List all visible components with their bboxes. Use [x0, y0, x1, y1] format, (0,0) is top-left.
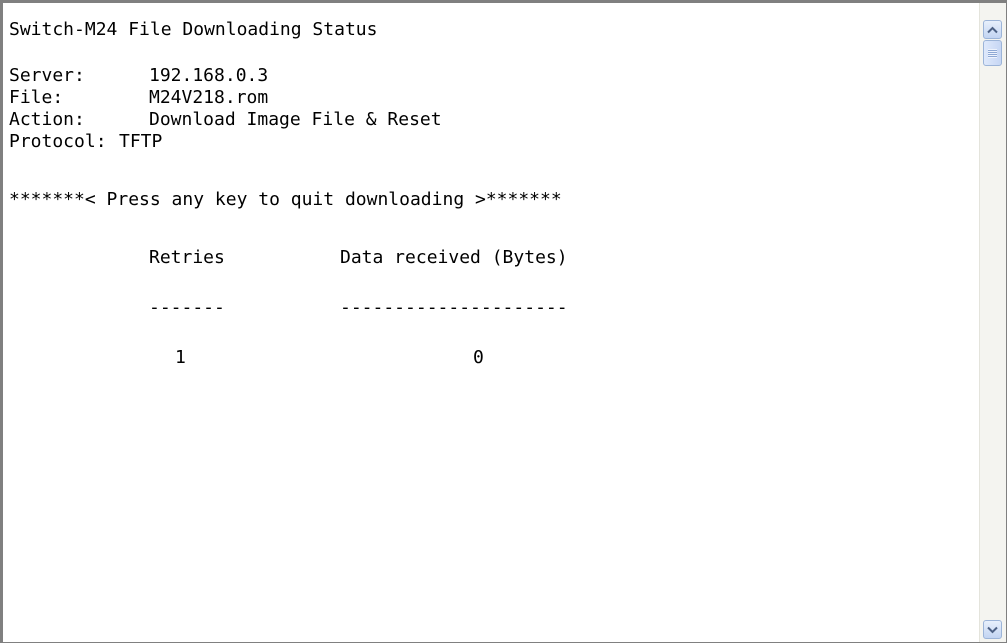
separator-retries: -------: [149, 297, 225, 318]
file-value: M24V218.rom: [149, 87, 269, 108]
scroll-thumb[interactable]: [983, 40, 1002, 66]
terminal-title: Switch-M24 File Downloading Status: [9, 19, 378, 40]
table-cell-data-received: 0: [473, 347, 484, 368]
scroll-down-button[interactable]: [983, 620, 1002, 639]
file-label: File:: [9, 87, 64, 108]
quit-prompt: *******< Press any key to quit downloadi…: [9, 189, 562, 210]
grip-icon: [988, 48, 997, 58]
terminal-output[interactable]: Switch-M24 File Downloading Status Serve…: [9, 7, 976, 642]
header-data-received: Data received (Bytes): [340, 247, 568, 268]
protocol-value: TFTP: [119, 131, 163, 152]
header-retries: Retries: [149, 247, 225, 268]
vertical-scrollbar[interactable]: [979, 3, 1006, 642]
action-label: Action:: [9, 109, 85, 130]
arrow-down-icon: [987, 626, 998, 633]
server-label: Server:: [9, 65, 85, 86]
terminal-window: Switch-M24 File Downloading Status Serve…: [0, 0, 1007, 643]
protocol-label: Protocol:: [9, 131, 107, 152]
scroll-up-button[interactable]: [983, 20, 1002, 39]
table-cell-retries: 1: [175, 347, 186, 368]
separator-data-received: ---------------------: [340, 297, 568, 318]
action-value: Download Image File & Reset: [149, 109, 442, 130]
server-value: 192.168.0.3: [149, 65, 269, 86]
arrow-up-icon: [987, 26, 998, 33]
